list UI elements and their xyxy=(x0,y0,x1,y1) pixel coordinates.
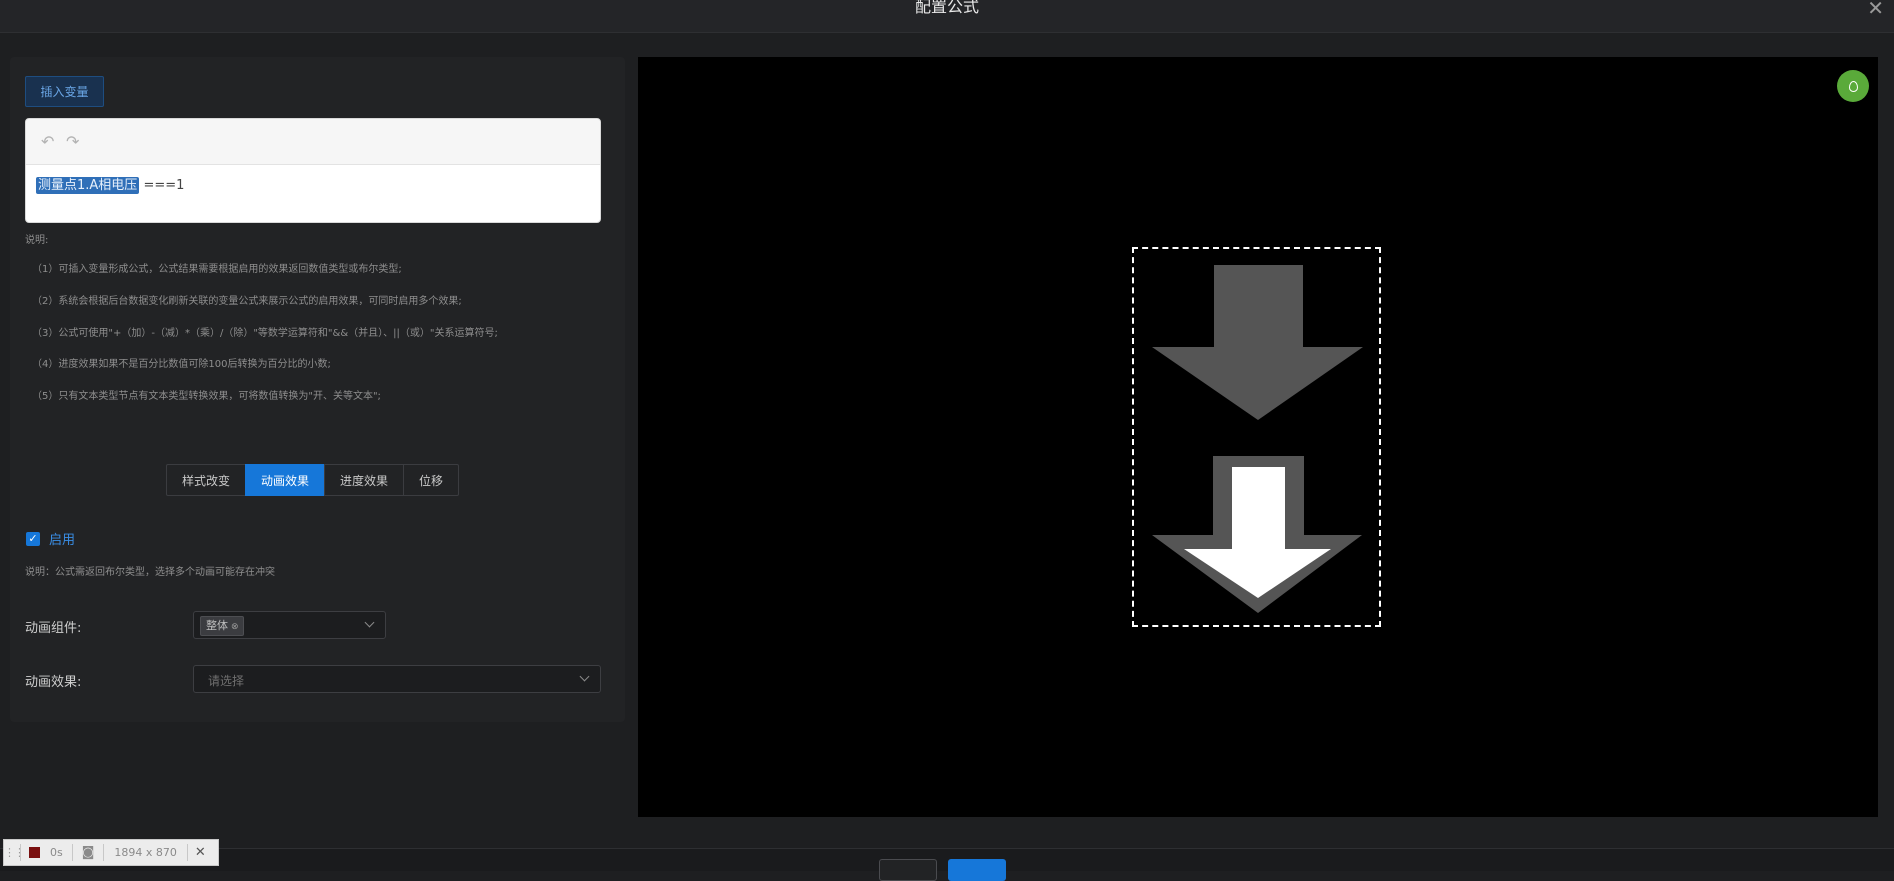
enable-checkbox[interactable]: ✓ 启用 xyxy=(26,529,75,548)
record-size: 1894 x 870 xyxy=(114,846,177,859)
formula-editor[interactable]: ↶ ↷ 测量点1.A相电压 ===1 xyxy=(25,118,601,223)
stop-record-icon[interactable] xyxy=(29,847,40,858)
tab-animation-effect[interactable]: 动画效果 xyxy=(245,464,326,496)
editor-toolbar: ↶ ↷ xyxy=(26,119,600,165)
instruction-item: （2）系统会根据后台数据变化刷新关联的变量公式来展示公式的启用效果，可同时启用多… xyxy=(32,296,462,307)
chevron-down-icon xyxy=(579,671,590,682)
dialog-header: 配置公式 ✕ xyxy=(0,0,1894,33)
divider xyxy=(20,844,21,861)
undo-icon[interactable]: ↶ xyxy=(41,132,54,151)
selection-box[interactable] xyxy=(1132,247,1381,627)
selected-tag: 整体 ⊗ xyxy=(200,616,244,636)
editor-content[interactable]: 测量点1.A相电压 ===1 xyxy=(26,165,600,202)
recorder-toolbar: ⋮⋮ 0s ◙ 1894 x 870 ✕ xyxy=(3,839,219,866)
close-icon[interactable]: ✕ xyxy=(188,845,213,860)
confirm-button[interactable] xyxy=(948,859,1006,881)
tab-displacement[interactable]: 位移 xyxy=(403,464,460,496)
instruction-item: （3）公式可使用"+（加）-（减）*（乘）/（除）"等数学运算符和"&&（并且）… xyxy=(32,328,498,339)
camera-icon[interactable]: ◙ xyxy=(73,845,104,860)
redo-icon[interactable]: ↷ xyxy=(66,132,79,151)
cancel-button[interactable] xyxy=(879,859,937,881)
insert-variable-button[interactable]: 插入变量 xyxy=(25,76,104,107)
variable-token[interactable]: 测量点1.A相电压 xyxy=(36,177,140,194)
dialog-title: 配置公式 xyxy=(914,0,979,16)
tag-close-icon[interactable]: ⊗ xyxy=(231,622,239,632)
animation-effect-label: 动画效果: xyxy=(25,675,82,690)
checkmark-icon[interactable]: ✓ xyxy=(26,531,40,546)
instruction-item: （4）进度效果如果不是百分比数值可除100后转换为百分比的小数; xyxy=(32,359,331,370)
formula-config-panel: 插入变量 ↶ ↷ 测量点1.A相电压 ===1 说明: （1）可插入变量形成公式… xyxy=(10,57,625,722)
close-icon[interactable]: ✕ xyxy=(1867,0,1884,18)
preview-canvas xyxy=(638,57,1878,817)
tab-style-change[interactable]: 样式改变 xyxy=(166,464,247,496)
effect-tabs: 样式改变 动画效果 进度效果 位移 xyxy=(166,464,460,496)
instructions-title: 说明: xyxy=(25,235,49,246)
arrow-graphic xyxy=(1152,265,1363,613)
lightbulb-icon[interactable] xyxy=(1837,70,1869,102)
record-time: 0s xyxy=(50,846,63,859)
arrow-down-gray xyxy=(1152,265,1363,420)
drag-handle-icon[interactable]: ⋮⋮ xyxy=(4,846,25,859)
animation-component-select[interactable]: 整体 ⊗ xyxy=(193,611,386,639)
animation-component-label: 动画组件: xyxy=(25,621,82,636)
tab-progress-effect[interactable]: 进度效果 xyxy=(324,464,405,496)
instruction-item: （1）可插入变量形成公式，公式结果需要根据启用的效果返回数值类型或布尔类型; xyxy=(32,264,402,275)
instruction-item: （5）只有文本类型节点有文本类型转换效果，可将数值转换为"开、关等文本"; xyxy=(32,391,381,402)
select-placeholder: 请选择 xyxy=(208,674,245,688)
dialog-footer xyxy=(0,848,1894,881)
tag-label: 整体 xyxy=(206,619,228,632)
arrow-down-white xyxy=(1184,467,1331,598)
enable-label: 启用 xyxy=(49,533,76,548)
animation-effect-select[interactable]: 请选择 xyxy=(193,665,601,693)
animation-hint: 说明：公式需返回布尔类型，选择多个动画可能存在冲突 xyxy=(25,567,275,578)
expression-text: ===1 xyxy=(143,178,185,193)
chevron-down-icon xyxy=(364,617,375,628)
